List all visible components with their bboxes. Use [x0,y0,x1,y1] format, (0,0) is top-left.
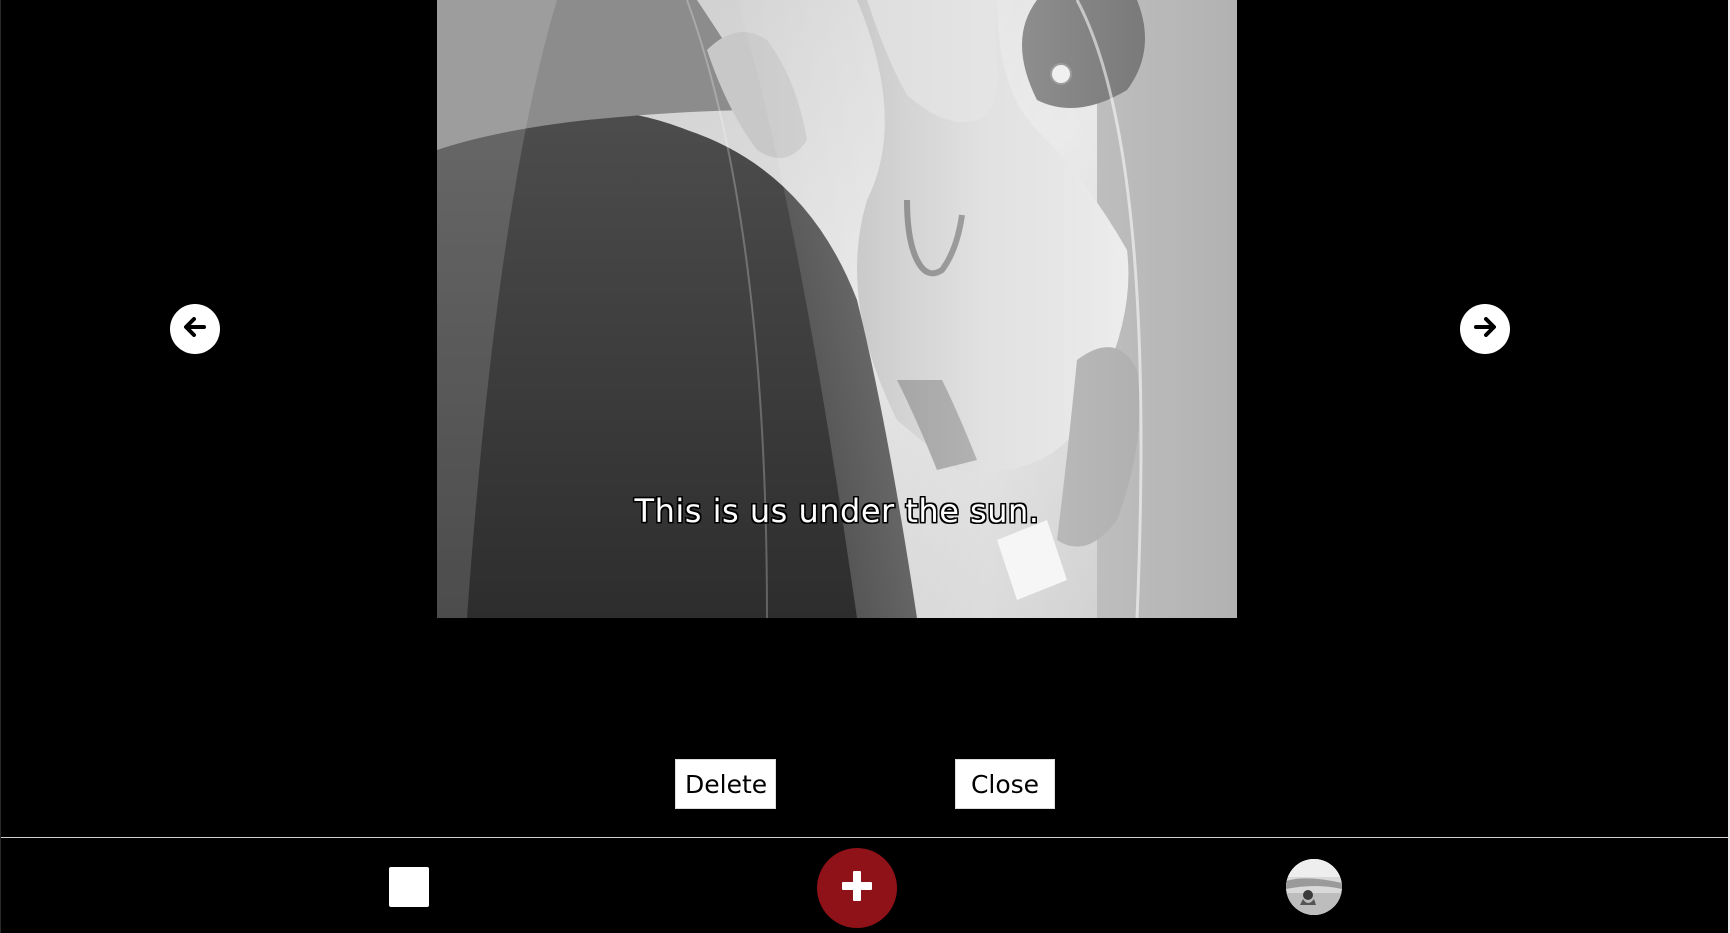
profile-avatar[interactable] [1286,859,1342,915]
delete-button[interactable]: Delete [675,759,776,809]
plus-icon [840,869,874,907]
arrow-left-icon [184,317,206,341]
left-edge-line [0,0,1,933]
photo-viewer: This is us under the sun. Delete Close [0,0,1728,838]
previous-photo-button[interactable] [170,304,220,354]
next-photo-button[interactable] [1460,304,1510,354]
close-button[interactable]: Close [955,759,1055,809]
arrow-right-icon [1474,317,1496,341]
app-screen: This is us under the sun. Delete Close [0,0,1730,933]
bottom-navigation-bar [0,837,1728,933]
gallery-thumbnail-button[interactable] [389,867,429,907]
add-photo-button[interactable] [817,848,897,928]
photo-image: This is us under the sun. [437,0,1237,618]
